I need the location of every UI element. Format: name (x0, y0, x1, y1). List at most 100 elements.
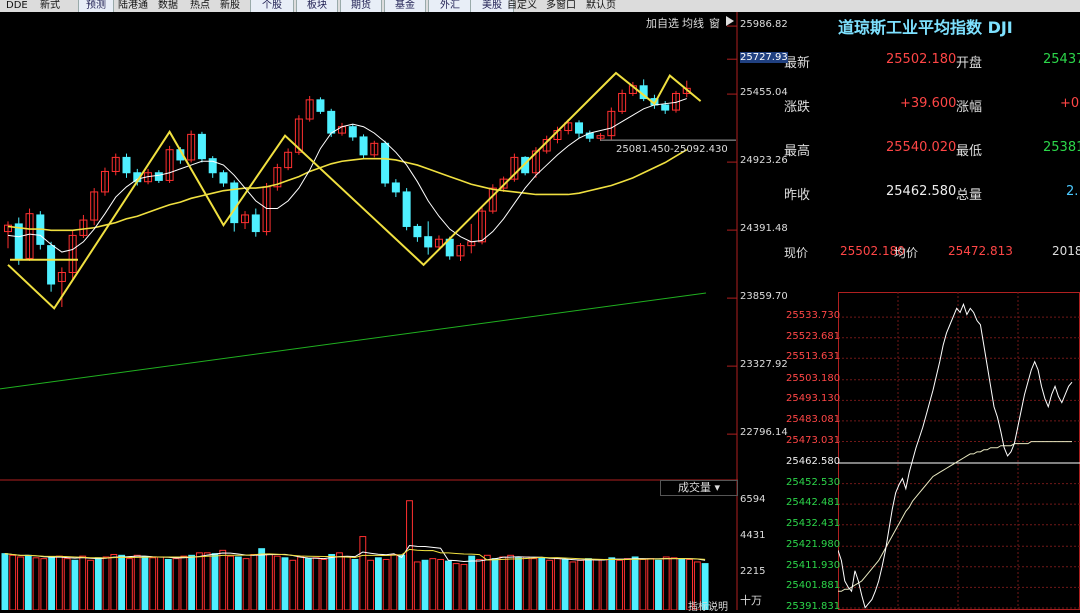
volume-bar (211, 553, 219, 610)
candle-body (575, 122, 584, 134)
volume-bar (63, 558, 71, 610)
change-value: +39.600 (900, 96, 957, 111)
toolbar-item-10[interactable]: 基金 (384, 0, 426, 12)
high-label: 最高 (784, 144, 811, 159)
volume-bar (32, 557, 40, 610)
toolbar-item-3[interactable]: 陆港通 (118, 0, 148, 12)
intraday-chart[interactable] (838, 292, 1080, 610)
volume-bar (460, 563, 468, 610)
intraday-tick-label: 25493.130 (786, 393, 841, 405)
volume-label[interactable]: 成交量 ▾ (660, 480, 738, 496)
price-tick-label: 24923.26 (740, 155, 788, 167)
moving-average-button[interactable]: 均线 (682, 15, 704, 31)
intraday-tick-label: 25462.580 (786, 455, 841, 467)
intraday-tick-label: 25473.031 (786, 434, 841, 446)
volume-bar (17, 556, 24, 610)
toolbar-item-4[interactable]: 数据 (158, 0, 178, 12)
toolbar-item-14[interactable]: 多窗口 (546, 0, 576, 12)
volume-bar (9, 554, 17, 610)
candle-body (424, 236, 433, 248)
open-label: 开盘 (956, 56, 983, 71)
toolbar-item-5[interactable]: 热点 (190, 0, 210, 12)
candle-body (122, 156, 131, 174)
candle-body (661, 104, 670, 111)
toolbar-item-0[interactable]: DDE (6, 0, 28, 12)
volume-bar (546, 559, 553, 610)
window-button[interactable]: 窗 (709, 15, 720, 31)
candle-body (251, 214, 260, 233)
volume-bar (351, 558, 359, 610)
volume-bar (1, 553, 9, 610)
volume-bar (374, 557, 382, 610)
toolbar-item-6[interactable]: 新股 (220, 0, 240, 12)
toolbar-item-15[interactable]: 默认页 (586, 0, 616, 12)
volume-bar (219, 549, 227, 610)
volume-bar (250, 553, 258, 610)
price-tick-label: 25986.82 (740, 19, 788, 31)
volume-bar (421, 559, 429, 610)
volume-bar (297, 556, 304, 610)
play-icon[interactable] (726, 16, 734, 26)
candle-body (348, 126, 357, 138)
volume-bar (639, 558, 647, 610)
volume-bar (281, 557, 289, 610)
volume-bar (569, 561, 577, 610)
candle-body (197, 133, 206, 160)
candle-body (381, 142, 390, 184)
price-tick-label: 25455.04 (740, 87, 788, 99)
volume-bar (483, 554, 491, 610)
add-to-watchlist-button[interactable]: 加自选 (646, 15, 679, 31)
trend-ma-line (0, 292, 707, 390)
volume-bar (40, 558, 48, 610)
volume-bar (71, 559, 79, 610)
intraday-avg-line (838, 441, 1072, 592)
candlestick-chart[interactable]: 25081.450-25092.430 (0, 12, 738, 610)
volume-bar (359, 536, 367, 610)
pct-value: +0. (1060, 96, 1080, 111)
volume-tick-label: 6594 (740, 493, 766, 505)
volume-bar (328, 553, 336, 610)
volume-bar (266, 553, 273, 610)
intraday-tick-label: 25452.530 (786, 476, 841, 488)
volume-bar (522, 556, 530, 610)
volume-bar (507, 554, 515, 610)
volume-bar (631, 556, 639, 610)
price-tick-label: 25727.93 (740, 52, 788, 64)
price-tick-label: 23327.92 (740, 359, 788, 371)
volume-bar (623, 558, 631, 610)
toolbar-item-9[interactable]: 期货 (340, 0, 382, 12)
volume-bar (382, 558, 390, 610)
volume-bar (538, 557, 546, 610)
volume-bar (188, 554, 196, 610)
volume-bar (514, 557, 522, 610)
toolbar-item-1[interactable]: 新式 (40, 0, 60, 12)
volume-bar (172, 558, 180, 610)
ma-short-line (7, 98, 687, 253)
indicator-explain-label[interactable]: 指标说明 (688, 598, 728, 613)
volume-bar (196, 552, 203, 610)
intraday-tick-label: 25411.930 (786, 559, 841, 571)
volume-bar (133, 554, 141, 610)
toolbar-item-8[interactable]: 板块 (296, 0, 338, 12)
volume-bar (530, 558, 538, 610)
volume-bar (553, 558, 561, 610)
prev-close-label: 昨收 (784, 188, 811, 203)
toolbar-item-7[interactable]: 个股 (250, 0, 294, 12)
volume-bar (242, 558, 250, 610)
volume-bar (336, 552, 343, 610)
volume-bar (320, 558, 328, 610)
intraday-tick-label: 25442.481 (786, 497, 841, 509)
volume-bar (118, 554, 126, 610)
total-value: 2. (1066, 184, 1079, 199)
volume-bar (608, 557, 616, 610)
volume-bar (55, 555, 63, 610)
intraday-price-line (838, 302, 1073, 609)
volume-bar (203, 552, 211, 610)
volume-bar (273, 555, 281, 610)
toolbar-item-2[interactable]: 预测 (78, 0, 114, 12)
toolbar-item-13[interactable]: 自定义 (507, 0, 537, 12)
volume-bar (164, 558, 172, 610)
toolbar-item-11[interactable]: 外汇 (428, 0, 472, 12)
latest-value: 25502.180 (886, 52, 957, 67)
latest-label: 最新 (784, 56, 811, 71)
